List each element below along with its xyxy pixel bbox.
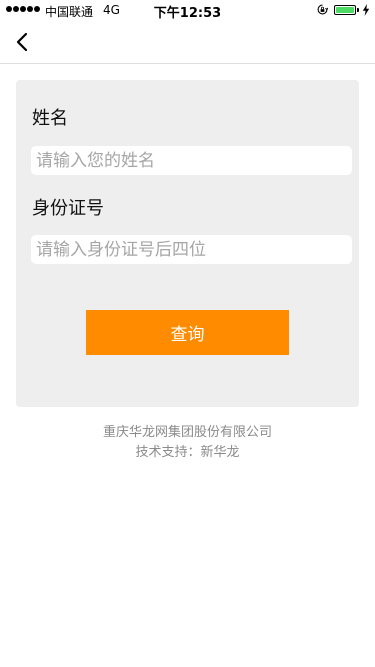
rotation-lock-icon xyxy=(317,4,328,15)
back-button[interactable] xyxy=(8,26,38,58)
battery-nub xyxy=(357,8,359,12)
company-name: 重庆华龙网集团股份有限公司 xyxy=(102,425,272,440)
id-number-label: 身份证号 xyxy=(32,198,104,219)
battery-level xyxy=(336,7,354,13)
footer: 重庆华龙网集团股份有限公司 技术支持：新华龙 xyxy=(0,423,375,463)
chevron-left-icon xyxy=(16,32,28,52)
navigation-bar xyxy=(0,20,375,64)
query-button[interactable]: 查询 xyxy=(86,310,289,355)
name-input[interactable] xyxy=(31,146,352,175)
status-bar: 中国联通 4G 下午12:53 xyxy=(0,0,375,21)
name-label: 姓名 xyxy=(32,108,68,129)
query-form-card: 姓名 身份证号 查询 xyxy=(16,80,359,407)
battery-icon xyxy=(334,5,356,15)
id-number-input[interactable] xyxy=(31,235,352,264)
charging-icon xyxy=(362,4,370,16)
technical-support-text: 技术支持：新华龙 xyxy=(135,445,240,460)
